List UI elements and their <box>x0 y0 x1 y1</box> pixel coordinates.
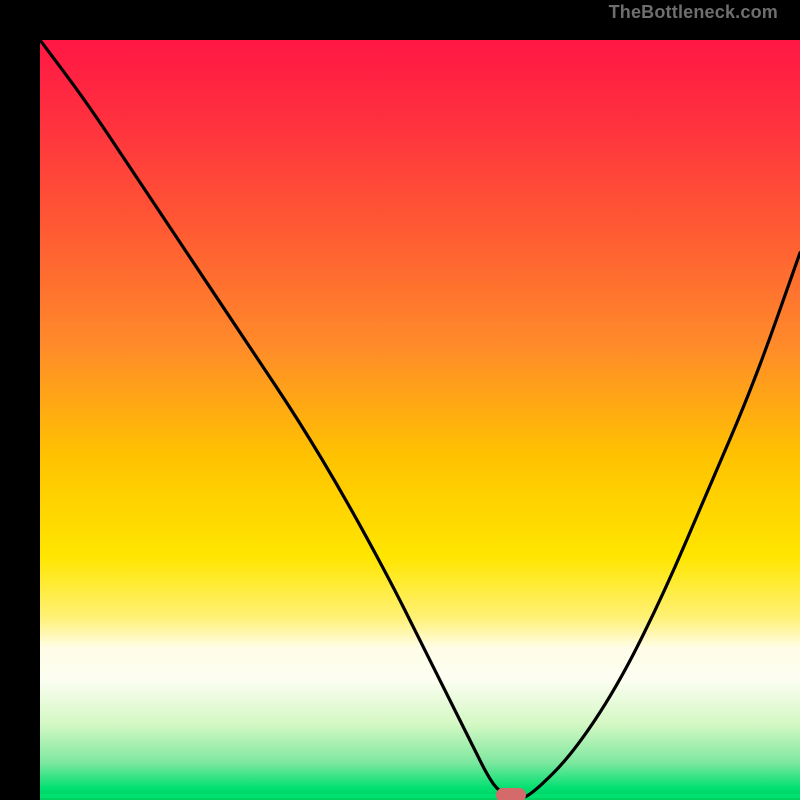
plot-area <box>40 40 800 800</box>
watermark-text: TheBottleneck.com <box>609 2 778 23</box>
optimal-marker <box>496 788 526 800</box>
chart-frame <box>0 0 800 800</box>
bottleneck-curve <box>40 40 800 800</box>
